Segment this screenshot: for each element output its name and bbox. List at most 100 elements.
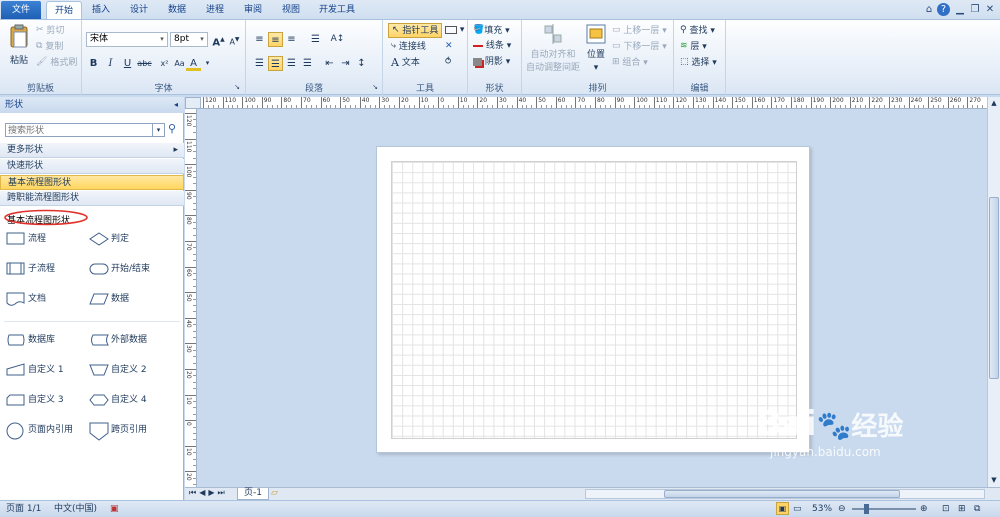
horizontal-scroll-thumb[interactable] [664,490,900,498]
bring-forward-button[interactable]: ▭ 上移一层 ▾ [612,24,667,38]
zoom-slider[interactable] [852,508,916,510]
text-tool-button[interactable]: A 文本 [391,56,420,70]
bold-icon[interactable]: B [86,56,101,71]
vertical-scroll-thumb[interactable] [989,197,999,379]
drawing-page[interactable] [376,146,810,453]
scroll-down-icon[interactable]: ▼ [989,475,999,485]
horizontal-scrollbar[interactable] [585,489,985,499]
layer-button[interactable]: ≋ 层 ▾ [680,40,707,54]
basic-flowchart-item[interactable]: 基本流程图形状 [0,175,184,190]
search-shapes-input[interactable] [5,123,165,137]
line-button[interactable]: 线条 ▾ [473,40,511,53]
rectangle-tool-button[interactable]: ▾ [445,24,464,37]
align-right-icon[interactable]: ☰ [284,56,299,71]
tab-file[interactable]: 文件 [1,1,41,19]
align-bottom-icon[interactable]: ≡ [284,32,299,47]
help-icon[interactable]: ? [937,3,950,16]
fit-page-icon[interactable]: ⊡ [942,501,950,517]
format-painter-button[interactable]: 🖌 格式刷 [36,56,77,70]
line-icon [473,44,483,47]
scroll-up-icon[interactable]: ▲ [989,98,999,108]
zoom-slider-thumb[interactable] [864,504,869,514]
font-size-select[interactable]: 8pt ▾ [170,32,208,47]
quick-shapes-item[interactable]: 快速形状 [0,159,184,174]
paste-button[interactable]: 粘贴 [6,24,32,68]
auto-align-button[interactable]: 自动对齐和 自动调整间距 [524,24,582,75]
tab-design[interactable]: 设计 [124,1,154,19]
fill-button[interactable]: 🪣填充 ▾ [473,24,510,38]
ruler-minor-tick [193,413,196,415]
insert-page-icon[interactable]: ▱ [271,488,278,498]
switch-windows-icon[interactable]: ⧉ [974,501,980,517]
dialog-launcher-icon[interactable]: ↘ [232,82,242,92]
send-backward-button[interactable]: ▭ 下移一层 ▾ [612,40,667,54]
superscript-icon[interactable]: x² [157,56,172,71]
tab-view[interactable]: 视图 [276,1,306,19]
tab-home[interactable]: 开始 [46,1,82,19]
search-icon[interactable]: ⚲ [168,122,176,135]
font-color-icon[interactable]: A [186,56,201,71]
tab-developer[interactable]: 开发工具 [314,1,360,19]
align-top-icon[interactable]: ≡ [252,32,267,47]
shadow-button[interactable]: 阴影 ▾ [473,56,510,69]
select-button[interactable]: ⬚ 选择 ▾ [680,56,717,70]
macro-record-icon[interactable]: ▣ [110,501,119,517]
zoom-out-icon[interactable]: ⊖ [838,501,846,517]
case-icon[interactable]: Aa [172,56,187,71]
shrink-font-icon[interactable]: A▼ [227,32,242,47]
tab-data[interactable]: 数据 [162,1,192,19]
chevron-down-icon[interactable]: ▾ [200,56,215,71]
group-button[interactable]: ⊞ 组合 ▾ [612,56,648,70]
connection-point-icon[interactable]: ⥀ [445,56,451,69]
find-button[interactable]: ⚲ 查找 ▾ [680,24,715,38]
full-page-view-icon[interactable]: ▣ [776,502,789,515]
restore-icon[interactable]: ❐ [968,3,982,16]
ruler-tick [751,97,753,108]
strikethrough-icon[interactable]: abc [137,56,152,71]
minimize-icon[interactable]: ▁ [953,3,967,16]
position-button[interactable]: 位置 ▾ [584,24,608,75]
close-icon[interactable]: ✕ [983,3,997,16]
zoom-in-icon[interactable]: ⊕ [920,501,928,517]
text-direction-icon[interactable]: A↕ [330,32,345,47]
collapse-ribbon-icon[interactable]: ⌂ [922,3,936,16]
cross-functional-item[interactable]: 跨职能流程图形状 [0,191,184,206]
align-middle-icon[interactable]: ≡ [268,32,283,47]
collapse-panel-icon[interactable]: ◂ [174,97,178,113]
pointer-tool-button[interactable]: ↖ 指针工具 [388,23,443,38]
page-nav-icons[interactable]: ⏮◀▶⏭ [189,488,228,498]
grow-font-icon[interactable]: A▲ [211,32,226,48]
drawing-canvas[interactable]: Bai🐾经验 jingyan.baidu.com [198,110,987,487]
ruler-tick-label: 70 [185,243,192,251]
chevron-down-icon[interactable]: ▾ [152,124,164,136]
tab-insert[interactable]: 插入 [86,1,116,19]
ruler-tick-label: 70 [303,97,311,104]
dialog-launcher-icon[interactable]: ↘ [370,82,380,92]
font-family-select[interactable]: 宋体 ▾ [86,32,168,47]
cut-button[interactable]: ✂ 剪切 [36,24,64,38]
connector-button[interactable]: ⤷ 连接线 [391,40,426,54]
close-x-icon[interactable]: ✕ [445,40,453,53]
justify-icon[interactable]: ☰ [300,56,315,71]
align-left-icon[interactable]: ☰ [252,56,267,71]
italic-icon[interactable]: I [103,56,118,71]
bullets-icon[interactable]: ☰ [308,32,323,47]
group-label-font: 字体 [154,84,173,94]
line-spacing-icon[interactable]: ↕ [354,56,369,71]
align-center-icon[interactable]: ☰ [268,56,283,71]
ruler-tick [497,97,498,108]
tab-review[interactable]: 审阅 [238,1,268,19]
increase-indent-icon[interactable]: ⇥ [338,56,353,71]
decrease-indent-icon[interactable]: ⇤ [322,56,337,71]
ruler-minor-tick [193,426,196,428]
vertical-scrollbar[interactable]: ▲ ▼ [987,97,1000,487]
page-tab[interactable]: 页-1 [237,488,269,500]
copy-button[interactable]: ⧉ 复制 [36,40,63,54]
tab-process[interactable]: 进程 [200,1,230,19]
pan-zoom-icon[interactable]: ⊞ [958,501,966,517]
ruler-tick-label: 0 [440,97,445,104]
ruler-minor-tick [403,105,405,108]
underline-icon[interactable]: U [120,56,135,71]
more-shapes-item[interactable]: 更多形状 ▸ [0,143,184,158]
full-screen-icon[interactable]: ▭ [793,501,802,517]
